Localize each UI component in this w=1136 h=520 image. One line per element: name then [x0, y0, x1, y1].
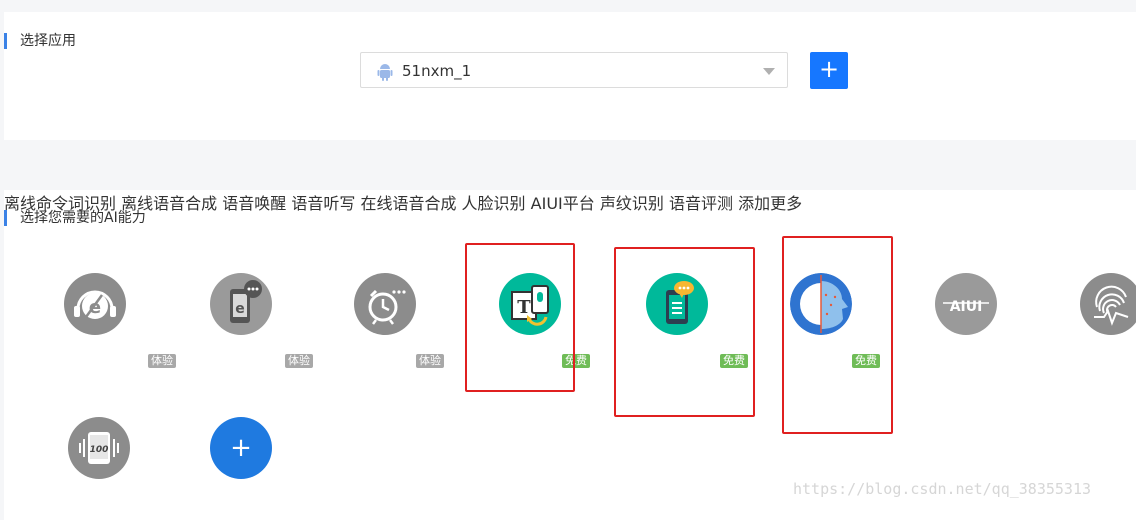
svg-text:e: e — [235, 301, 245, 317]
aiui-icon: AIUI — [935, 273, 997, 335]
offline-command-icon: e — [64, 273, 126, 335]
trial-badge: 体验 — [148, 354, 176, 368]
capability-label: 声纹识别 — [599, 194, 664, 213]
free-badge: 免费 — [562, 354, 590, 368]
select-app-panel: 选择应用 51nxm_1 + — [4, 12, 1136, 140]
speech-evaluation-icon: 100 — [68, 417, 130, 479]
capability-label: AIUI平台 — [530, 194, 595, 213]
capability-label: 语音听写 — [291, 194, 356, 213]
ai-capabilities-title: 选择您需要的AI能力 — [4, 210, 146, 226]
free-badge: 免费 — [720, 354, 748, 368]
alarm-clock-icon — [354, 273, 416, 335]
svg-text:100: 100 — [90, 445, 109, 455]
add-app-button[interactable]: + — [810, 52, 848, 89]
selected-app-value: 51nxm_1 — [402, 62, 472, 80]
svg-text:AIUI: AIUI — [950, 299, 983, 315]
capability-label: 人脸识别 — [461, 194, 526, 213]
voiceprint-icon — [1080, 273, 1136, 335]
capability-label: 语音唤醒 — [222, 194, 287, 213]
select-app-title: 选择应用 — [4, 33, 76, 49]
capability-label: 语音评测 — [668, 194, 733, 213]
offline-tts-icon: e — [210, 273, 272, 335]
ai-capabilities-panel: 选择您需要的AI能力 e 离线命令词识别 体验 e 离线语音合成 体验 语音唤醒… — [4, 190, 1136, 520]
chevron-down-icon — [763, 68, 775, 75]
capability-label: 添加更多 — [738, 194, 803, 213]
app-dropdown[interactable]: 51nxm_1 — [360, 52, 788, 88]
free-badge: 免费 — [852, 354, 880, 368]
face-recognition-icon — [790, 273, 852, 335]
dictation-icon: T — [499, 273, 561, 335]
watermark: https://blog.csdn.net/qq_38355313 — [793, 480, 1092, 498]
trial-badge: 体验 — [416, 354, 444, 368]
capability-label: 在线语音合成 — [360, 194, 457, 213]
svg-text:T: T — [517, 297, 531, 318]
plus-icon: + — [210, 417, 272, 479]
online-tts-icon — [646, 273, 708, 335]
trial-badge: 体验 — [285, 354, 313, 368]
android-icon — [377, 64, 393, 81]
